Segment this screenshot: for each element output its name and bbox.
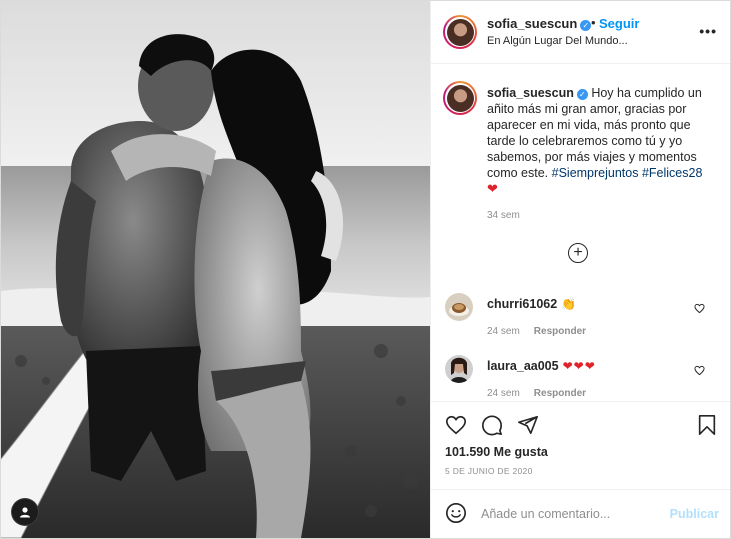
comment-meta: 24 sem Responder <box>487 326 587 337</box>
location-link[interactable]: En Algún Lugar Del Mundo... <box>487 35 628 47</box>
comment-item: churri61062 👏 24 sem Responder <box>431 293 730 343</box>
post-photo[interactable] <box>1 1 430 538</box>
publish-button[interactable]: Publicar <box>670 507 719 521</box>
like-heart-icon[interactable] <box>445 414 467 441</box>
add-comment-bar: Añade un comentario... Publicar <box>431 489 730 538</box>
separator-dot: • <box>591 15 596 30</box>
instagram-post-modal: sofia_suescun ✓ • Seguir En Algún Lugar D… <box>0 0 731 539</box>
follow-button[interactable]: Seguir <box>599 16 639 31</box>
post-actions: 101.590 Me gusta 5 DE JUNIO DE 2020 <box>431 401 730 502</box>
caption-hashtags[interactable]: #Siemprejuntos #Felices28 <box>552 166 703 180</box>
post-caption: sofia_suescun ✓ Hoy ha cumplido un añito … <box>487 85 712 197</box>
heart-emoji-icon: ❤ <box>487 181 498 196</box>
post-side-panel: sofia_suescun ✓ • Seguir En Algún Lugar D… <box>430 1 730 538</box>
bookmark-save-icon[interactable] <box>697 414 717 441</box>
likes-count[interactable]: 101.590 Me gusta <box>445 445 548 459</box>
caption-timestamp: 34 sem <box>487 210 520 221</box>
comment-bubble-icon[interactable] <box>481 414 503 441</box>
share-send-icon[interactable] <box>517 414 539 441</box>
commenter-avatar[interactable] <box>445 293 473 321</box>
comment-item: laura_aa005 ❤❤❤ 24 sem Responder <box>431 355 730 405</box>
verified-badge-icon: ✓ <box>580 20 592 31</box>
post-date: 5 DE JUNIO DE 2020 <box>445 466 533 476</box>
comment-meta: 24 sem Responder <box>487 388 587 399</box>
tagged-users-button[interactable] <box>11 498 39 526</box>
hearts-emoji-icon: ❤❤❤ <box>562 359 596 373</box>
post-header: sofia_suescun ✓ • Seguir En Algún Lugar D… <box>431 1 730 64</box>
reply-button[interactable]: Responder <box>534 388 586 399</box>
emoji-smiley-icon[interactable] <box>445 502 467 529</box>
commenter-avatar[interactable] <box>445 355 473 383</box>
like-comment-heart-icon[interactable] <box>694 301 705 319</box>
comment-username: churri61062 👏 <box>487 297 577 311</box>
load-more-comments-icon[interactable]: + <box>568 243 588 263</box>
reply-button[interactable]: Responder <box>534 326 586 337</box>
clap-emoji-icon: 👏 <box>561 297 577 311</box>
profile-avatar[interactable] <box>443 15 477 49</box>
caption-avatar[interactable] <box>443 81 477 115</box>
caption-username[interactable]: sofia_suescun <box>487 86 574 100</box>
header-username[interactable]: sofia_suescun ✓ <box>487 16 592 31</box>
user-icon <box>20 507 30 518</box>
more-options-icon[interactable]: ••• <box>699 23 717 39</box>
couple-beach-photo <box>1 1 430 538</box>
comment-input[interactable]: Añade un comentario... <box>481 507 610 521</box>
verified-badge-icon: ✓ <box>576 89 588 100</box>
comment-username: laura_aa005 ❤❤❤ <box>487 359 596 373</box>
like-comment-heart-icon[interactable] <box>694 363 705 381</box>
